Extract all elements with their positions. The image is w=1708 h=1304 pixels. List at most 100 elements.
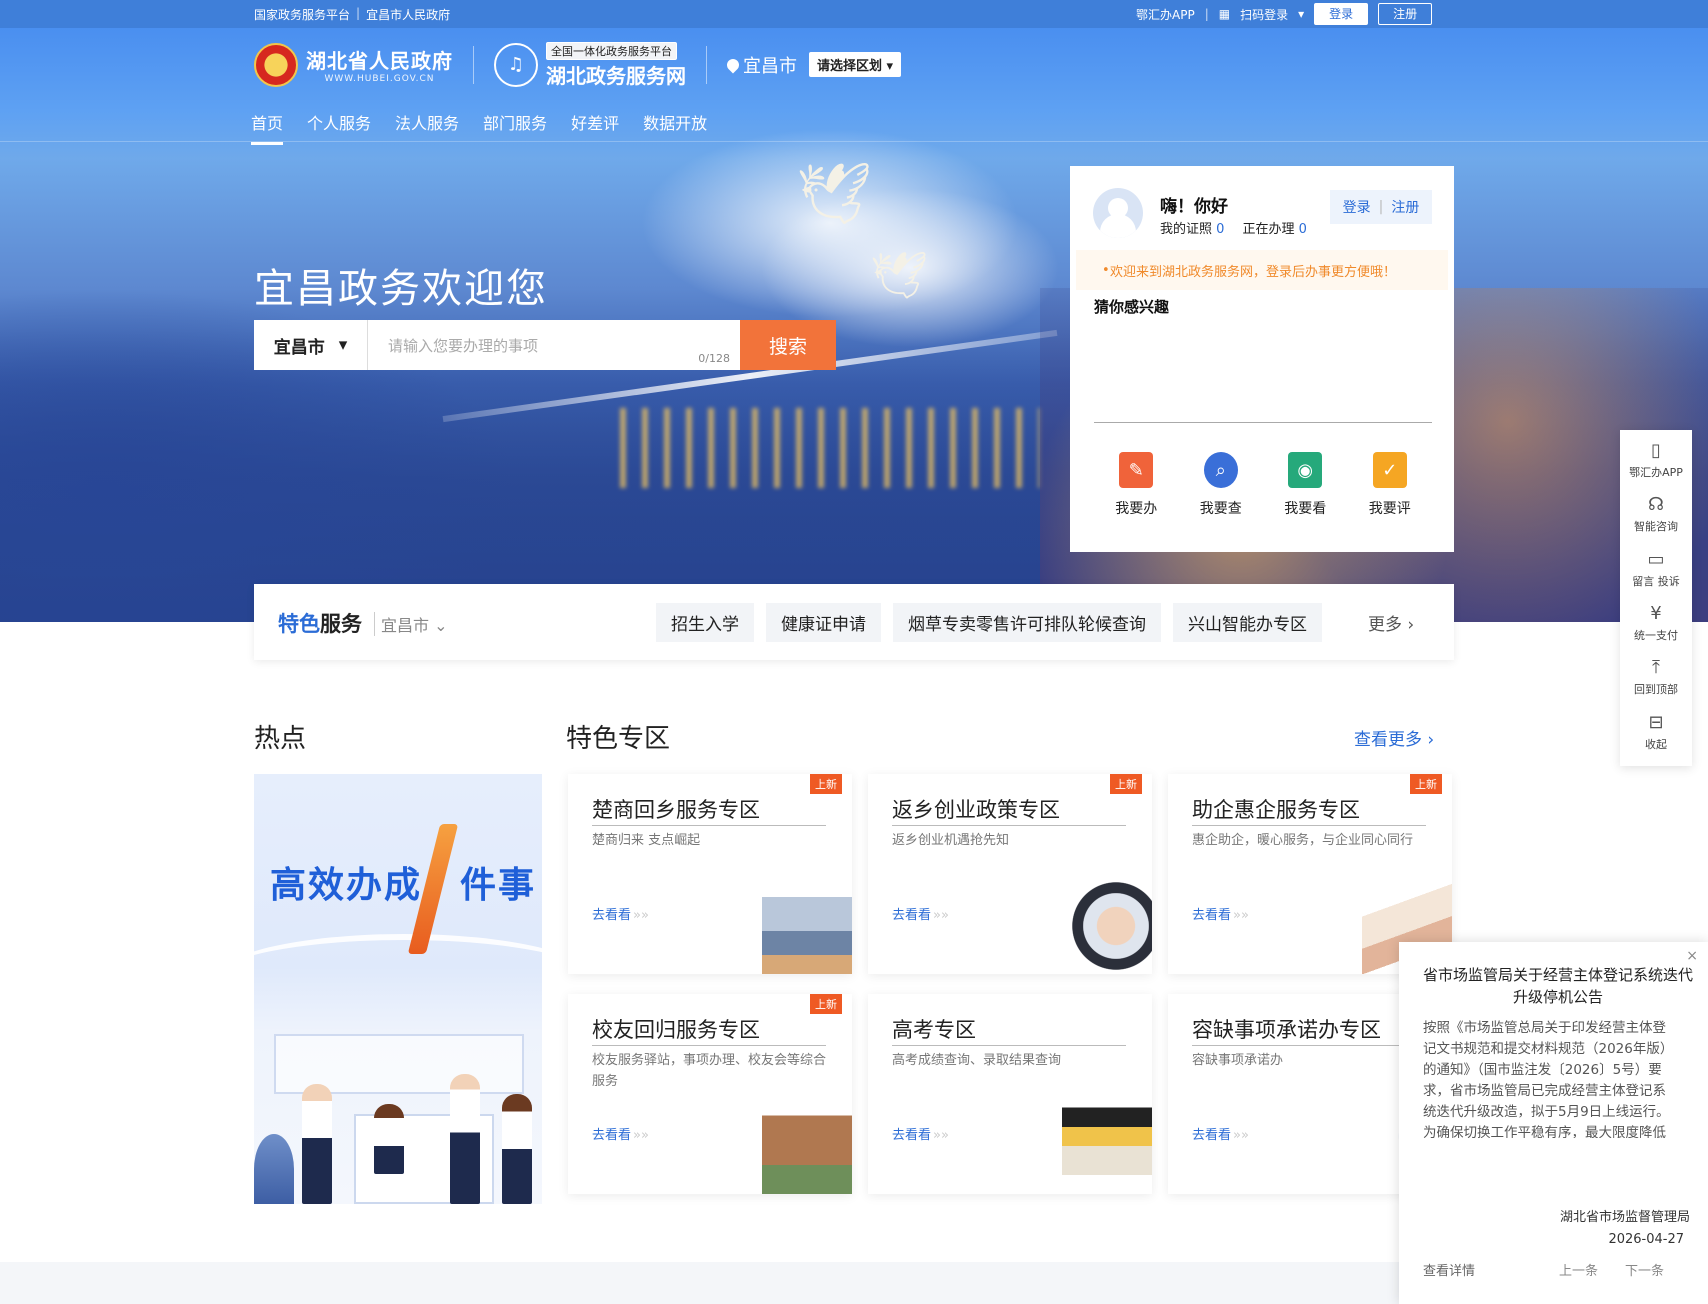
certs-label: 我的证照 — [1160, 222, 1213, 237]
quick-query[interactable]: ⌕ 我要查 — [1200, 452, 1242, 518]
service-name: 湖北政务服务网 — [546, 64, 686, 88]
nav-personal[interactable]: 个人服务 — [307, 110, 371, 145]
nav-legal[interactable]: 法人服务 — [395, 110, 459, 145]
service-logo-icon: ♫ — [494, 42, 538, 87]
service-logo[interactable]: 全国一体化政务服务平台 湖北政务服务网 — [546, 40, 686, 89]
quick-rate[interactable]: ✓ 我要评 — [1369, 452, 1411, 518]
popup-prev-button[interactable]: 上一条 — [1559, 1260, 1598, 1279]
special-title-a: 特色 — [278, 612, 320, 636]
quick-view[interactable]: ◉ 我要看 — [1284, 452, 1326, 518]
graduation-cap-image — [1062, 1098, 1152, 1194]
side-toolbar: ▯ 鄂汇办APP ☊ 智能咨询 ▭ 留言 投诉 ¥ 统一支付 ⤒ 回到顶部 ⊟ 收起 — [1620, 430, 1692, 766]
special-city-select[interactable]: 宜昌市 ⌄ — [374, 612, 448, 636]
special-title-b: 服务 — [320, 612, 362, 636]
rate-icon: ✓ — [1372, 452, 1407, 488]
city-select-label: 宜昌市 — [273, 337, 325, 358]
special-tag[interactable]: 健康证申请 — [766, 603, 881, 642]
divider — [1094, 422, 1432, 423]
announcement-popup: × 省市场监管局关于经营主体登记系统迭代升级停机公告 按照《市场监管总局关于印发… — [1399, 942, 1708, 1304]
see-more-link[interactable]: 查看更多 › — [1354, 725, 1434, 750]
link-national-platform[interactable]: 国家政务服务平台 — [254, 6, 350, 23]
user-card: 嗨！你好 我的证照 0 正在办理 0 登录 | 注册 欢迎来到湖北政务服务网，登… — [1070, 166, 1454, 552]
close-icon[interactable]: × — [1686, 948, 1698, 964]
search-input[interactable]: 请输入您要办理的事项 0/128 — [368, 320, 740, 370]
quick-actions: ✎ 我要办 ⌕ 我要查 ◉ 我要看 ✓ 我要评 — [1094, 452, 1432, 518]
link-yichang-gov[interactable]: 宜昌市人民政府 — [366, 6, 450, 23]
side-complaint[interactable]: ▭ 留言 投诉 — [1632, 549, 1680, 603]
feature-card[interactable]: 上新 楚商回乡服务专区 楚商归来 支点崛起 去看看 — [568, 774, 852, 974]
special-tag[interactable]: 烟草专卖零售许可排队轮候查询 — [893, 603, 1161, 642]
doing-label: 正在办理 — [1242, 222, 1295, 237]
top-actions: 鄂汇办APP | ▦ 扫码登录 ▾ 登录 注册 — [1136, 3, 1433, 25]
popup-date: 2026-04-27 — [1608, 1232, 1684, 1247]
feature-card[interactable]: 高考专区 高考成绩查询、录取结果查询 去看看 — [868, 994, 1152, 1194]
quick-label: 我要办 — [1115, 501, 1158, 517]
person-illustration — [450, 1074, 480, 1204]
popup-detail-link[interactable]: 查看详情 — [1423, 1260, 1475, 1279]
top-links: 国家政务服务平台 | 宜昌市人民政府 — [254, 6, 450, 23]
location: 宜昌市 — [724, 52, 797, 78]
popup-next-button[interactable]: 下一条 — [1625, 1260, 1664, 1279]
search-icon: ⌕ — [1203, 452, 1238, 488]
card-go-link[interactable]: 去看看 — [892, 1124, 949, 1143]
divider — [473, 45, 474, 84]
feature-card[interactable]: 上新 返乡创业政策专区 返乡创业机遇抢先知 去看看 — [868, 774, 1152, 974]
search-char-count: 0/128 — [698, 352, 730, 365]
card-title: 校友回归服务专区 — [592, 1014, 826, 1046]
register-button[interactable]: 注册 — [1378, 3, 1433, 25]
back-to-top-icon: ⤒ — [1652, 657, 1660, 679]
search-placeholder: 请输入您要办理的事项 — [388, 336, 539, 355]
quick-label: 我要看 — [1284, 501, 1327, 517]
side-label: 留言 投诉 — [1632, 574, 1680, 588]
region-select-button[interactable]: 请选择区划 ▾ — [809, 52, 902, 77]
nav-open-data[interactable]: 数据开放 — [643, 110, 707, 145]
hot-banner[interactable]: 高效办成 件事 — [254, 774, 542, 1204]
login-button[interactable]: 登录 — [1314, 3, 1369, 25]
message-icon: ▭ — [1647, 548, 1665, 570]
scan-login-link[interactable]: 扫码登录 — [1240, 6, 1288, 23]
slogan-b: 件事 — [460, 865, 537, 906]
card-go-link[interactable]: 去看看 — [892, 904, 949, 923]
service-tag: 全国一体化政务服务平台 — [546, 42, 677, 60]
side-payment[interactable]: ¥ 统一支付 — [1634, 603, 1678, 657]
card-go-link[interactable]: 去看看 — [1192, 904, 1249, 923]
card-go-link[interactable]: 去看看 — [1192, 1124, 1249, 1143]
in-progress[interactable]: 正在办理 0 — [1242, 218, 1306, 237]
special-more-link[interactable]: 更多 › — [1368, 610, 1414, 635]
gov-logo[interactable]: 湖北省人民政府 WWW.HUBEI.GOV.CN — [306, 45, 453, 84]
side-app[interactable]: ▯ 鄂汇办APP — [1629, 440, 1683, 494]
special-tag[interactable]: 招生入学 — [656, 603, 754, 642]
phone-icon: ▯ — [1651, 440, 1661, 461]
side-top[interactable]: ⤒ 回到顶部 — [1634, 657, 1678, 711]
national-emblem-icon — [254, 42, 298, 87]
nav-home[interactable]: 首页 — [251, 110, 284, 145]
card-login-link[interactable]: 登录 — [1343, 197, 1371, 217]
card-title: 容缺事项承诺办专区 — [1192, 1014, 1426, 1046]
chevron-down-icon: ⌄ — [434, 616, 448, 635]
divider: | — [1378, 199, 1384, 215]
nav-department[interactable]: 部门服务 — [483, 110, 547, 145]
card-go-link[interactable]: 去看看 — [592, 904, 649, 923]
qr-icon: ▦ — [1218, 7, 1231, 21]
card-register-link[interactable]: 注册 — [1391, 197, 1419, 217]
person-illustration — [502, 1094, 532, 1204]
special-tags: 招生入学 健康证申请 烟草专卖零售许可排队轮候查询 兴山智能办专区 — [656, 603, 1322, 642]
search-button[interactable]: 搜索 — [740, 320, 836, 370]
gov-domain: WWW.HUBEI.GOV.CN — [324, 74, 435, 84]
city-select[interactable]: 宜昌市 ▾ — [254, 320, 368, 370]
handshake-image — [1062, 878, 1152, 974]
my-certs[interactable]: 我的证照 0 — [1160, 218, 1224, 237]
feature-card[interactable]: 上新 校友回归服务专区 校友服务驿站，事项办理、校友会等综合服务 去看看 — [568, 994, 852, 1194]
app-link[interactable]: 鄂汇办APP — [1136, 6, 1195, 23]
side-collapse[interactable]: ⊟ 收起 — [1645, 712, 1667, 766]
side-consult[interactable]: ☊ 智能咨询 — [1634, 494, 1678, 548]
eye-icon: ◉ — [1288, 452, 1323, 488]
quick-handle[interactable]: ✎ 我要办 — [1115, 452, 1157, 518]
main-nav: 首页 个人服务 法人服务 部门服务 好差评 数据开放 — [251, 110, 707, 145]
divider — [706, 45, 707, 84]
card-title: 高考专区 — [892, 1014, 1126, 1046]
special-tag[interactable]: 兴山智能办专区 — [1173, 603, 1322, 642]
nav-evaluation[interactable]: 好差评 — [571, 110, 619, 145]
card-go-link[interactable]: 去看看 — [592, 1124, 649, 1143]
person-illustration — [374, 1104, 404, 1174]
